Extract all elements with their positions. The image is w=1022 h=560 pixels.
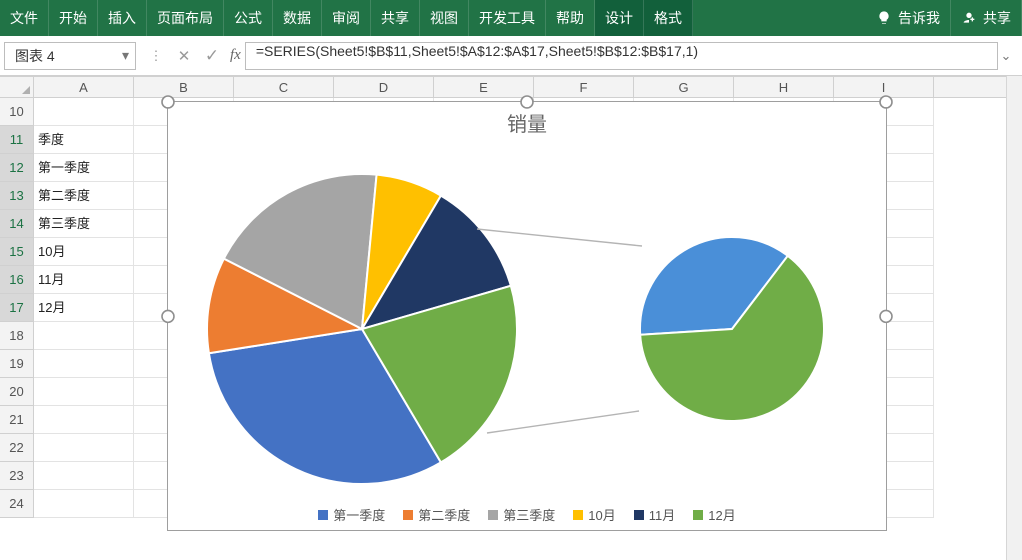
cell[interactable] <box>34 322 134 350</box>
worksheet-area: A B C D E F G H I 1011季度12第一季度13第二季度14第三… <box>0 76 1022 560</box>
col-header[interactable]: B <box>134 77 234 97</box>
ribbon-tab-share[interactable]: 共享 <box>371 0 420 36</box>
legend-label: 10月 <box>588 505 615 524</box>
chart-object[interactable]: 销量 第一季度 第二季度 第三季度 10月 11月 12月 <box>167 101 887 531</box>
legend-item[interactable]: 10月 <box>573 505 615 524</box>
column-headers: A B C D E F G H I <box>0 76 1006 98</box>
cell[interactable]: 季度 <box>34 126 134 154</box>
name-box-value: 图表 4 <box>15 46 55 66</box>
share-label: 共享 <box>983 8 1011 28</box>
row-header[interactable]: 19 <box>0 350 34 378</box>
row-header[interactable]: 17 <box>0 294 34 322</box>
ribbon-tab-view[interactable]: 视图 <box>420 0 469 36</box>
row-header[interactable]: 22 <box>0 434 34 462</box>
cell[interactable]: 第三季度 <box>34 210 134 238</box>
legend-swatch <box>634 510 644 520</box>
legend-item[interactable]: 第一季度 <box>318 505 385 524</box>
legend-item[interactable]: 12月 <box>693 505 735 524</box>
lightbulb-icon <box>876 10 892 26</box>
cell[interactable]: 第一季度 <box>34 154 134 182</box>
vertical-scrollbar[interactable] <box>1006 76 1022 560</box>
share-btn[interactable]: 共享 <box>951 0 1022 36</box>
formula-input[interactable]: =SERIES(Sheet5!$B$11,Sheet5!$A$12:$A$17,… <box>245 42 998 70</box>
chart-body[interactable] <box>177 139 877 499</box>
tell-me[interactable]: 告诉我 <box>866 0 951 36</box>
cell[interactable] <box>34 98 134 126</box>
ribbon-tab-insert[interactable]: 插入 <box>98 0 147 36</box>
ribbon-tab-dev[interactable]: 开发工具 <box>469 0 546 36</box>
cell[interactable] <box>34 490 134 518</box>
legend-swatch <box>488 510 498 520</box>
connector-line <box>477 229 642 246</box>
ribbon-tab-help[interactable]: 帮助 <box>546 0 595 36</box>
legend-swatch <box>693 510 703 520</box>
cell[interactable]: 10月 <box>34 238 134 266</box>
chevron-down-icon: ▾ <box>122 47 129 64</box>
row-header[interactable]: 13 <box>0 182 34 210</box>
legend-label: 第三季度 <box>503 505 555 524</box>
row-header[interactable]: 16 <box>0 266 34 294</box>
connector-line <box>487 411 639 433</box>
cell[interactable]: 11月 <box>34 266 134 294</box>
col-header[interactable]: E <box>434 77 534 97</box>
ribbon: 文件 开始 插入 页面布局 公式 数据 审阅 共享 视图 开发工具 帮助 设计 … <box>0 0 1022 36</box>
chart-title[interactable]: 销量 <box>168 102 886 139</box>
name-box[interactable]: 图表 4 ▾ <box>4 42 136 70</box>
cell[interactable]: 12月 <box>34 294 134 322</box>
col-header[interactable]: D <box>334 77 434 97</box>
row-header[interactable]: 15 <box>0 238 34 266</box>
legend-swatch <box>573 510 583 520</box>
tell-me-label: 告诉我 <box>898 8 940 28</box>
cancel-button[interactable]: ✕ <box>170 42 198 70</box>
ribbon-tab-review[interactable]: 审阅 <box>322 0 371 36</box>
ribbon-tab-home[interactable]: 开始 <box>49 0 98 36</box>
cell[interactable] <box>34 462 134 490</box>
cell[interactable] <box>34 350 134 378</box>
formula-bar: 图表 4 ▾ ⋮ ✕ ✓ fx =SERIES(Sheet5!$B$11,She… <box>0 36 1022 76</box>
select-all-corner[interactable] <box>0 77 34 97</box>
fx-fill-icon: ⋮ <box>142 42 170 70</box>
col-header[interactable]: H <box>734 77 834 97</box>
enter-button[interactable]: ✓ <box>198 42 226 70</box>
legend-label: 11月 <box>649 505 676 524</box>
formula-expand-icon[interactable]: ⌄ <box>998 48 1014 64</box>
legend-label: 第二季度 <box>418 505 470 524</box>
cell[interactable] <box>34 378 134 406</box>
legend-item[interactable]: 11月 <box>634 505 676 524</box>
ribbon-tab-data[interactable]: 数据 <box>273 0 322 36</box>
ribbon-tab-file[interactable]: 文件 <box>0 0 49 36</box>
legend-item[interactable]: 第二季度 <box>403 505 470 524</box>
person-plus-icon <box>961 10 977 26</box>
legend-swatch <box>403 510 413 520</box>
ribbon-tab-layout[interactable]: 页面布局 <box>147 0 224 36</box>
legend-item[interactable]: 第三季度 <box>488 505 555 524</box>
row-header[interactable]: 20 <box>0 378 34 406</box>
fx-icon[interactable]: fx <box>226 47 245 64</box>
legend-swatch <box>318 510 328 520</box>
ribbon-tab-formulas[interactable]: 公式 <box>224 0 273 36</box>
row-header[interactable]: 11 <box>0 126 34 154</box>
col-header[interactable]: C <box>234 77 334 97</box>
row-header[interactable]: 12 <box>0 154 34 182</box>
row-header[interactable]: 24 <box>0 490 34 518</box>
ribbon-tab-design[interactable]: 设计 <box>595 0 644 36</box>
chart-legend[interactable]: 第一季度 第二季度 第三季度 10月 11月 12月 <box>168 499 886 524</box>
row-header[interactable]: 14 <box>0 210 34 238</box>
row-header[interactable]: 18 <box>0 322 34 350</box>
col-header[interactable]: I <box>834 77 934 97</box>
col-header[interactable]: G <box>634 77 734 97</box>
row-header[interactable]: 10 <box>0 98 34 126</box>
cell[interactable] <box>34 434 134 462</box>
legend-label: 12月 <box>708 505 735 524</box>
ribbon-tab-format[interactable]: 格式 <box>644 0 693 36</box>
col-header[interactable]: F <box>534 77 634 97</box>
col-header[interactable]: A <box>34 77 134 97</box>
row-header[interactable]: 23 <box>0 462 34 490</box>
row-header[interactable]: 21 <box>0 406 34 434</box>
cell[interactable]: 第二季度 <box>34 182 134 210</box>
cell[interactable] <box>34 406 134 434</box>
legend-label: 第一季度 <box>333 505 385 524</box>
